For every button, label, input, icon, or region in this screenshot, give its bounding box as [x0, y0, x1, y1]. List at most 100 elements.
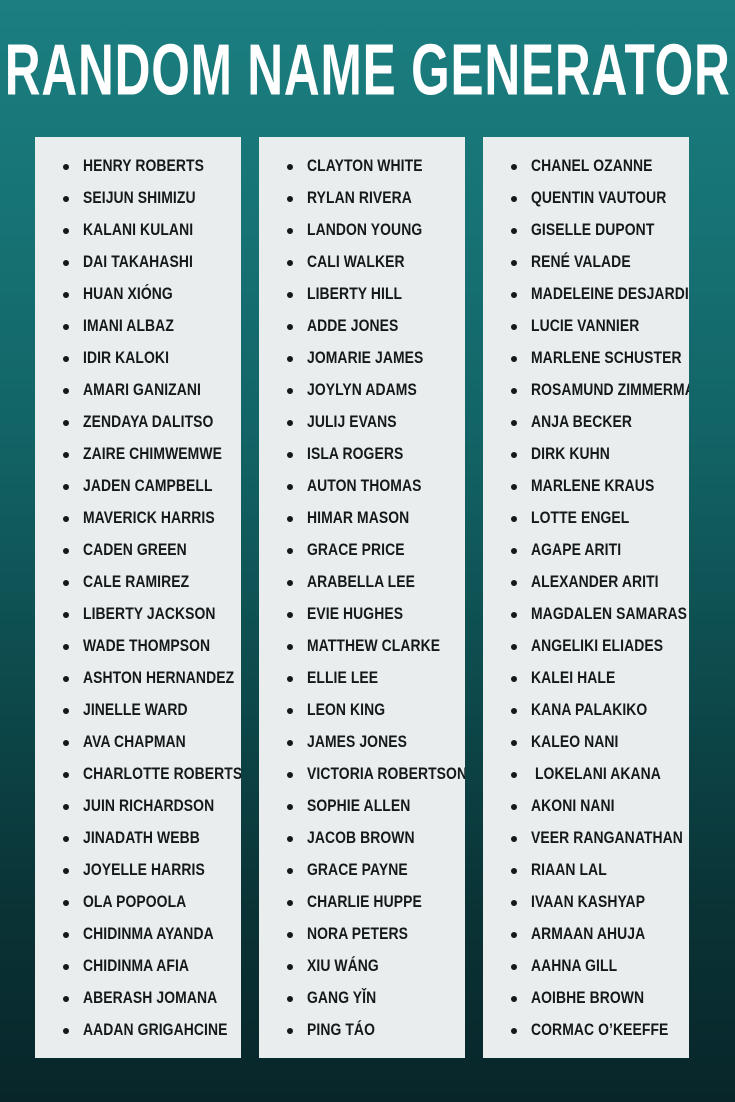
bullet-icon: [287, 676, 293, 682]
name-label: GISELLE DUPONT: [531, 221, 655, 240]
bullet-icon: [511, 260, 517, 266]
bullet-icon: [287, 996, 293, 1002]
bullet-icon: [511, 1028, 517, 1034]
list-item: LANDON YOUNG: [265, 215, 459, 247]
name-label: IVAAN KASHYAP: [531, 893, 646, 912]
name-label: LIBERTY JACKSON: [83, 605, 216, 624]
name-label: ALEXANDER ARITI: [531, 573, 659, 592]
list-item: SOPHIE ALLEN: [265, 791, 459, 823]
bullet-icon: [287, 1028, 293, 1034]
list-item: ASHTON HERNANDEZ: [41, 663, 235, 695]
list-item: XIU WÁNG: [265, 951, 459, 983]
name-label: AMARI GANIZANI: [83, 381, 201, 400]
bullet-icon: [287, 836, 293, 842]
list-item: ROSAMUND ZIMMERMANN: [489, 375, 689, 407]
name-label: CALE RAMIREZ: [83, 573, 190, 592]
bullet-icon: [511, 356, 517, 362]
name-label: KANA PALAKIKO: [531, 701, 648, 720]
name-label: GRACE PRICE: [307, 541, 405, 560]
bullet-icon: [511, 836, 517, 842]
name-label: AKONI NANI: [531, 797, 615, 816]
bullet-icon: [287, 580, 293, 586]
name-label: JAMES JONES: [307, 733, 407, 752]
list-item: AMARI GANIZANI: [41, 375, 235, 407]
list-item: PING TÁO: [265, 1015, 459, 1047]
bullet-icon: [511, 388, 517, 394]
bullet-icon: [511, 708, 517, 714]
name-label: RYLAN RIVERA: [307, 189, 412, 208]
bullet-icon: [63, 292, 69, 298]
list-item: AKONI NANI: [489, 791, 683, 823]
name-label: JUIN RICHARDSON: [83, 797, 215, 816]
list-item: CHANEL OZANNE: [489, 151, 683, 183]
bullet-icon: [63, 484, 69, 490]
name-label: AVA CHAPMAN: [83, 733, 186, 752]
list-item: ANJA BECKER: [489, 407, 683, 439]
name-label: LOKELANI AKANA: [531, 765, 661, 784]
name-label: AOIBHE BROWN: [531, 989, 645, 1008]
list-item: WADE THOMPSON: [41, 631, 235, 663]
name-label: ABERASH JOMANA: [83, 989, 218, 1008]
bullet-icon: [63, 676, 69, 682]
name-label: RIAAN LAL: [531, 861, 607, 880]
list-item: MATTHEW CLARKE: [265, 631, 459, 663]
name-label: JADEN CAMPBELL: [83, 477, 213, 496]
bullet-icon: [287, 932, 293, 938]
name-label: ARABELLA LEE: [307, 573, 416, 592]
name-columns: HENRY ROBERTS SEIJUN SHIMIZU KALANI KULANI…: [35, 137, 698, 1058]
list-item: LEON KING: [265, 695, 459, 727]
name-label: JINELLE WARD: [83, 701, 188, 720]
list-item: ANGELIKI ELIADES: [489, 631, 683, 663]
name-label: MAGDALEN SAMARAS: [531, 605, 688, 624]
name-label: JACOB BROWN: [307, 829, 415, 848]
name-label: HENRY ROBERTS: [83, 157, 205, 176]
list-item: JULIJ EVANS: [265, 407, 459, 439]
list-item: CALE RAMIREZ: [41, 567, 235, 599]
name-label: ZENDAYA DALITSO: [83, 413, 214, 432]
name-label: MAVERICK HARRIS: [83, 509, 215, 528]
name-label: CHARLOTTE ROBERTSON: [83, 765, 241, 784]
bullet-icon: [63, 868, 69, 874]
list-item: OLA POPOOLA: [41, 887, 235, 919]
bullet-icon: [287, 484, 293, 490]
name-label: HIMAR MASON: [307, 509, 410, 528]
name-label: EVIE HUGHES: [307, 605, 404, 624]
bullet-icon: [511, 164, 517, 170]
name-label: MARLENE KRAUS: [531, 477, 655, 496]
list-item: CALI WALKER: [265, 247, 459, 279]
list-item: MADELEINE DESJARDINS: [489, 279, 689, 311]
list-item: JAMES JONES: [265, 727, 459, 759]
name-label: LEON KING: [307, 701, 386, 720]
bullet-icon: [63, 324, 69, 330]
bullet-icon: [287, 196, 293, 202]
bullet-icon: [511, 932, 517, 938]
list-item: ISLA ROGERS: [265, 439, 459, 471]
name-label: ARMAAN AHUJA: [531, 925, 646, 944]
name-label: AADAN GRIGAHCINE: [83, 1021, 228, 1040]
name-label: VICTORIA ROBERTSON: [307, 765, 465, 784]
bullet-icon: [511, 484, 517, 490]
bullet-icon: [287, 388, 293, 394]
name-label: CORMAC O’KEEFFE: [531, 1021, 669, 1040]
bullet-icon: [511, 228, 517, 234]
name-label: LIBERTY HILL: [307, 285, 403, 304]
bullet-icon: [63, 452, 69, 458]
list-item: HUAN XIÓNG: [41, 279, 235, 311]
list-item: MAGDALEN SAMARAS: [489, 599, 687, 631]
name-label: CADEN GREEN: [83, 541, 187, 560]
bullet-icon: [63, 836, 69, 842]
bullet-icon: [287, 420, 293, 426]
name-label: SEIJUN SHIMIZU: [83, 189, 196, 208]
list-item: MAVERICK HARRIS: [41, 503, 235, 535]
list-item: AUTON THOMAS: [265, 471, 459, 503]
bullet-icon: [63, 612, 69, 618]
list-item: HIMAR MASON: [265, 503, 459, 535]
bullet-icon: [63, 708, 69, 714]
list-item: GRACE PAYNE: [265, 855, 459, 887]
name-label: OLA POPOOLA: [83, 893, 187, 912]
list-item: RYLAN RIVERA: [265, 183, 459, 215]
name-label: HUAN XIÓNG: [83, 285, 173, 304]
name-label: CALI WALKER: [307, 253, 405, 272]
list-item: GRACE PRICE: [265, 535, 459, 567]
list-item: AOIBHE BROWN: [489, 983, 683, 1015]
